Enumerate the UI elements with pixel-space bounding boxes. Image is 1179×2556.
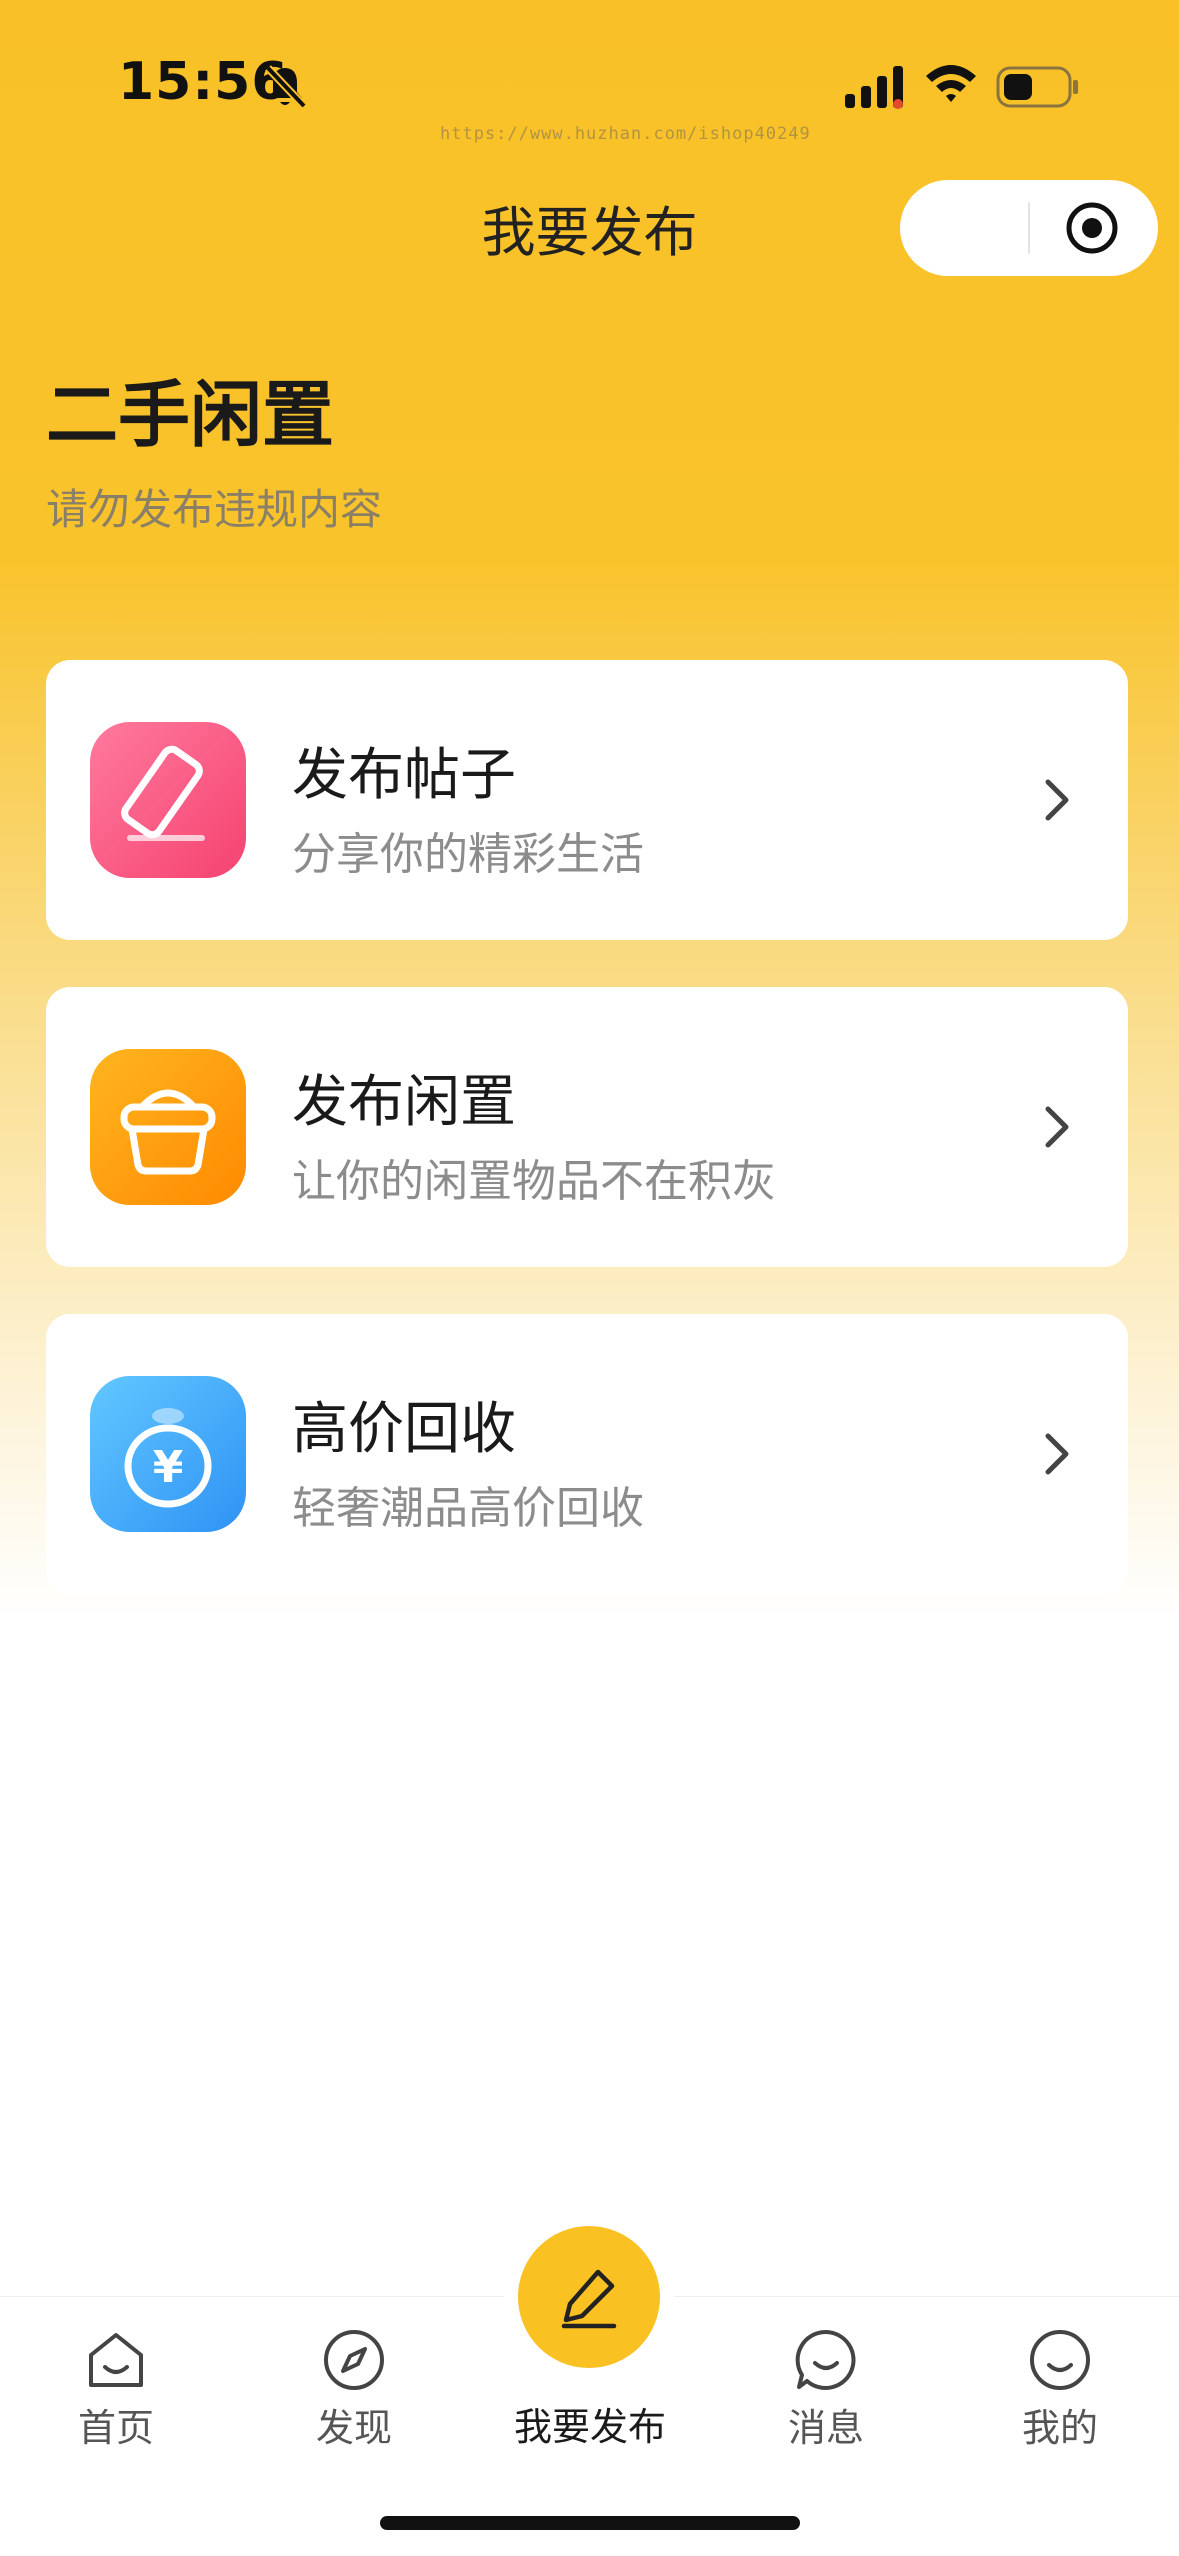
svg-text:¥: ¥ bbox=[153, 1442, 184, 1493]
tab-discover[interactable]: 发现 bbox=[274, 2327, 434, 2452]
tab-home[interactable]: 首页 bbox=[36, 2327, 196, 2452]
pencil-icon bbox=[90, 722, 246, 878]
card-description: 分享你的精彩生活 bbox=[292, 829, 644, 880]
status-bar: 15:56 https://www.huzhan.com/ishop40249 bbox=[0, 0, 1179, 144]
section-title: 二手闲置 bbox=[46, 373, 335, 457]
chevron-right-icon bbox=[1045, 1433, 1069, 1475]
card-title: 发布帖子 bbox=[292, 743, 516, 808]
watermark-text: https://www.huzhan.com/ishop40249 bbox=[440, 124, 811, 144]
chevron-right-icon bbox=[1045, 1106, 1069, 1148]
card-description: 让你的闲置物品不在积灰 bbox=[292, 1156, 776, 1207]
money-bag-icon: ¥ bbox=[90, 1376, 246, 1532]
tab-label: 首页 bbox=[77, 2406, 154, 2450]
tab-label: 我的 bbox=[1021, 2406, 1098, 2450]
publish-center-button[interactable] bbox=[518, 2226, 660, 2368]
section-subtitle: 请勿发布违规内容 bbox=[46, 485, 383, 534]
pencil-icon bbox=[561, 2269, 617, 2329]
basket-icon bbox=[90, 1049, 246, 1205]
publish-idle-card[interactable]: 发布闲置 让你的闲置物品不在积灰 bbox=[46, 987, 1128, 1267]
close-target-icon[interactable] bbox=[1064, 200, 1120, 256]
miniprogram-capsule[interactable] bbox=[900, 180, 1158, 276]
publish-post-card[interactable]: 发布帖子 分享你的精彩生活 bbox=[46, 660, 1128, 940]
card-description: 轻奢潮品高价回收 bbox=[292, 1483, 644, 1534]
capsule-divider bbox=[1028, 202, 1030, 254]
bell-muted-icon bbox=[265, 65, 307, 109]
tab-label: 发现 bbox=[315, 2406, 392, 2450]
recycle-card[interactable]: ¥ 高价回收 轻奢潮品高价回收 bbox=[46, 1314, 1128, 1594]
chevron-right-icon bbox=[1045, 779, 1069, 821]
home-indicator bbox=[380, 2516, 800, 2530]
profile-icon bbox=[1030, 2330, 1090, 2390]
tab-label-publish[interactable]: 我要发布 bbox=[480, 2396, 700, 2451]
tab-messages[interactable]: 消息 bbox=[746, 2327, 906, 2452]
compass-icon bbox=[324, 2330, 384, 2390]
chat-icon bbox=[795, 2329, 856, 2390]
card-title: 高价回收 bbox=[292, 1397, 516, 1462]
tab-profile[interactable]: 我的 bbox=[980, 2327, 1140, 2452]
wifi-icon bbox=[926, 65, 976, 102]
battery-icon bbox=[996, 66, 1078, 108]
cellular-signal-icon bbox=[845, 66, 903, 109]
card-title: 发布闲置 bbox=[292, 1070, 516, 1135]
tab-label: 消息 bbox=[787, 2406, 864, 2450]
home-icon bbox=[89, 2333, 143, 2387]
